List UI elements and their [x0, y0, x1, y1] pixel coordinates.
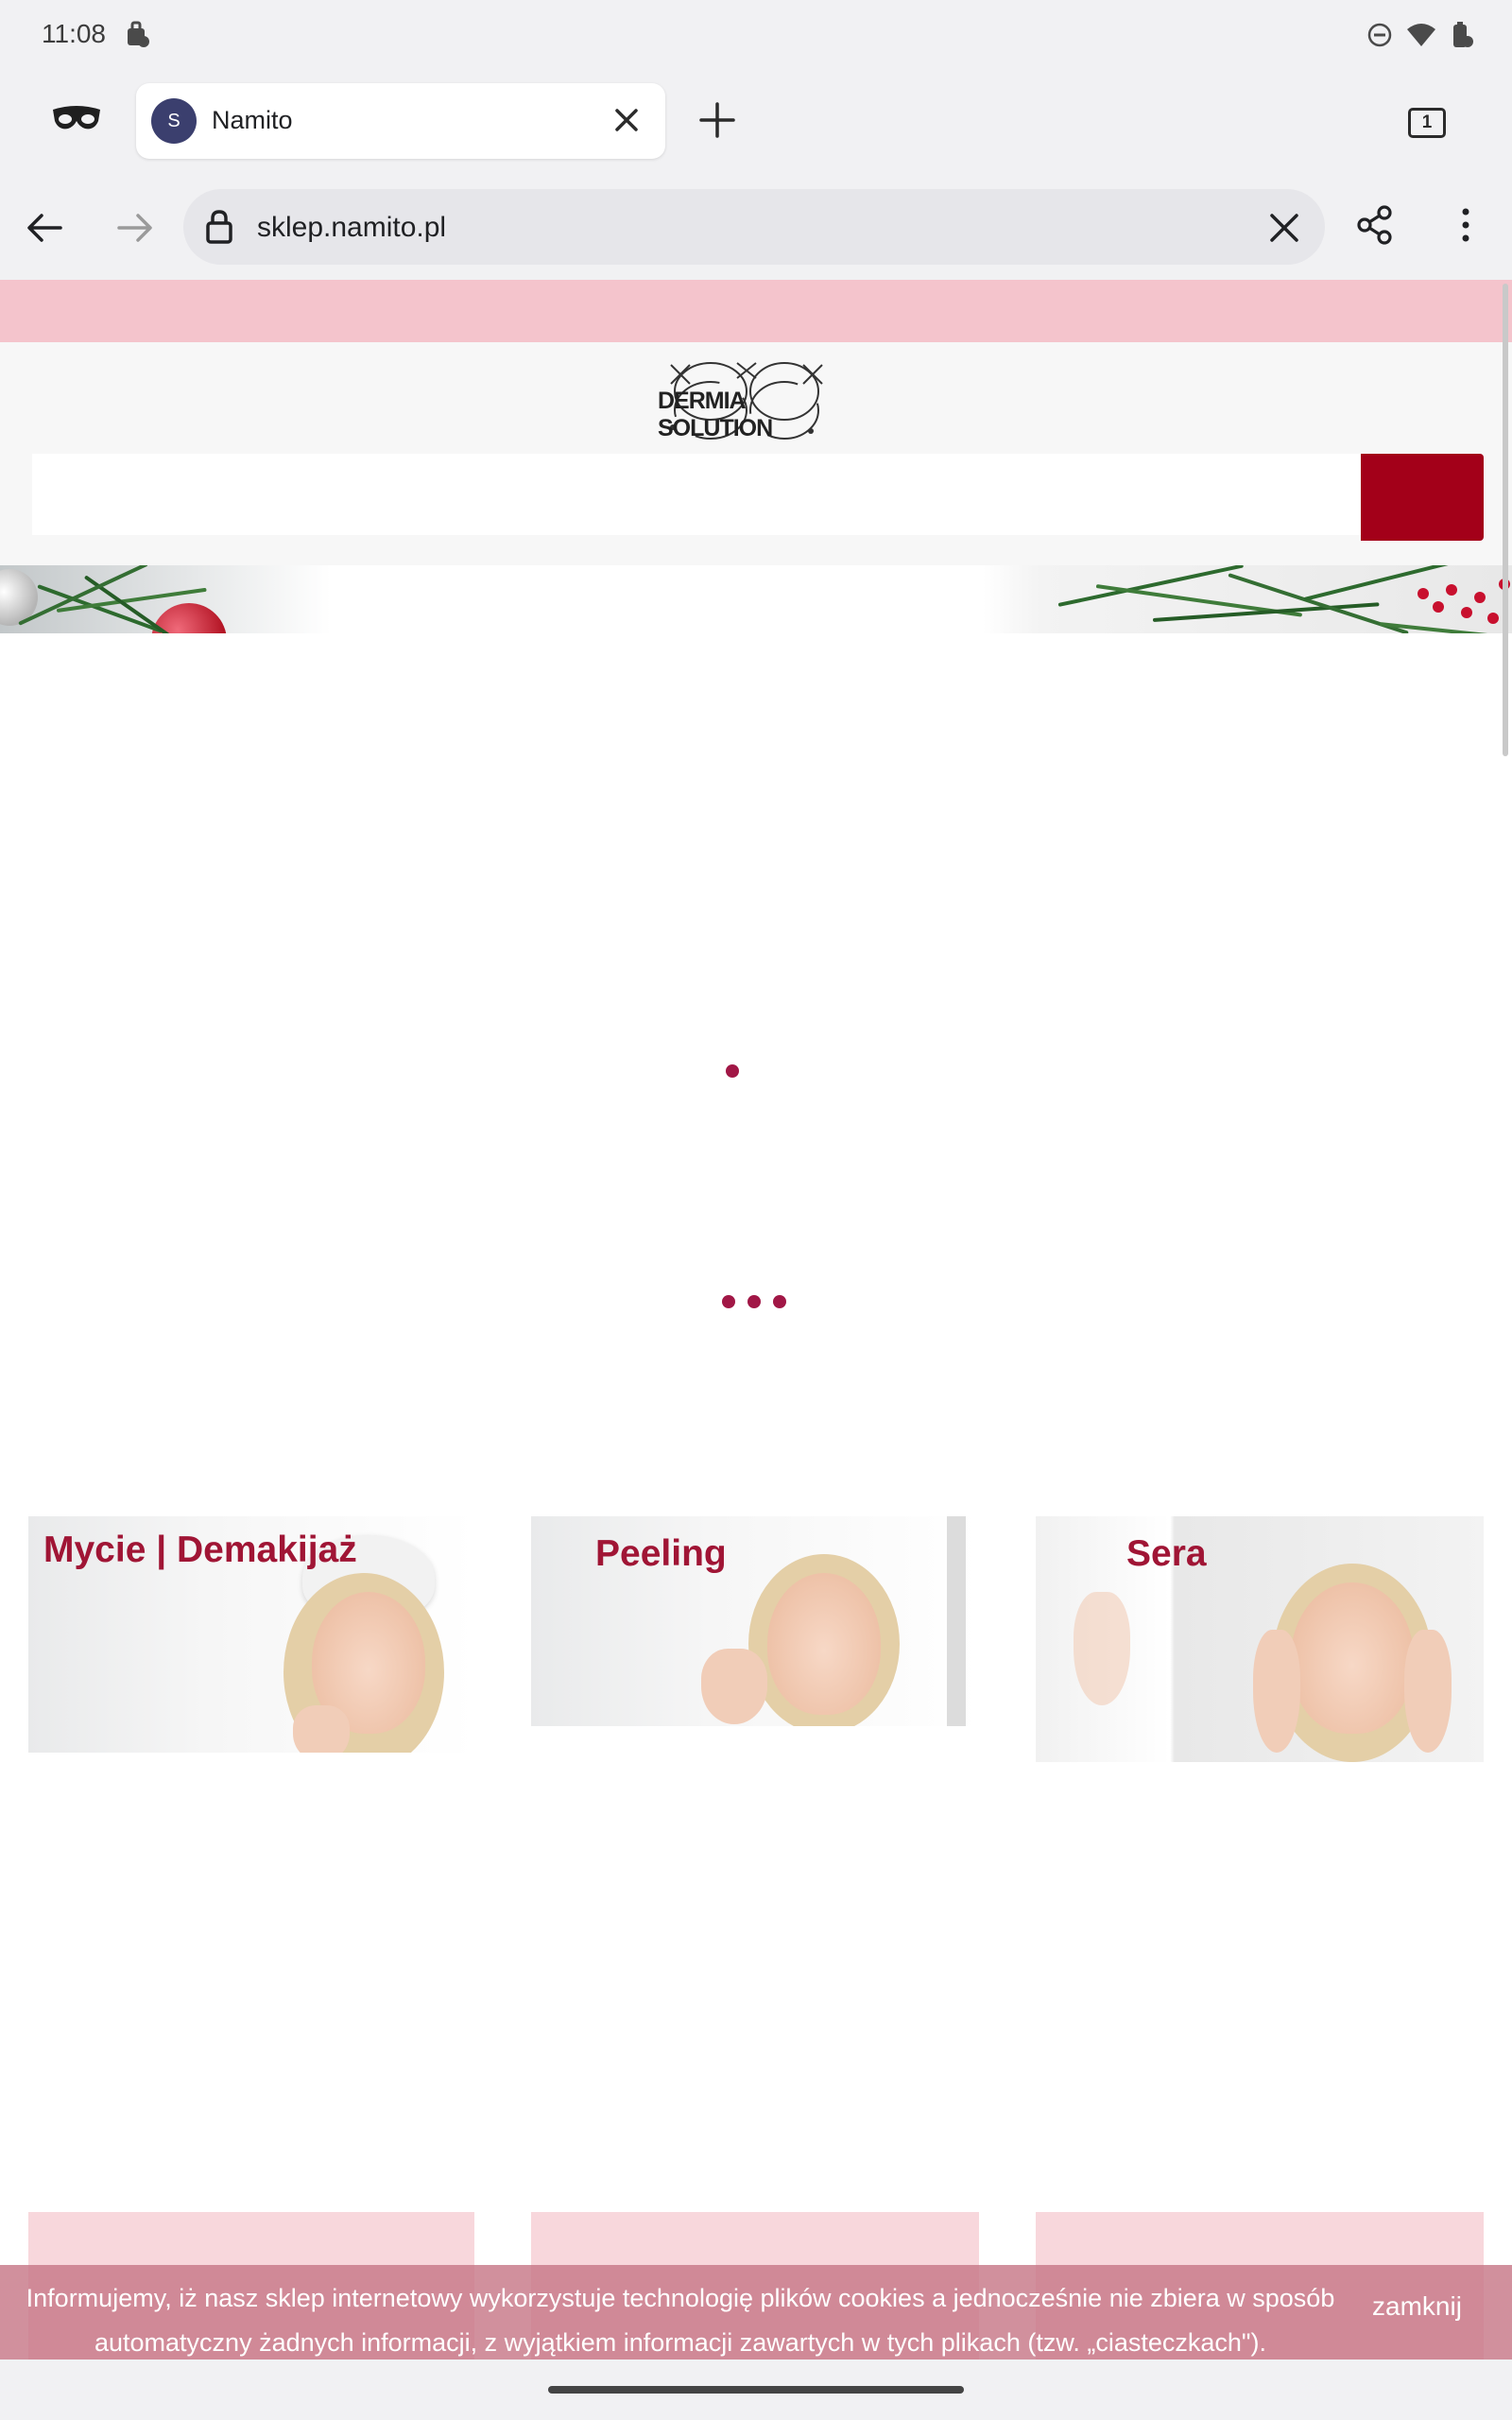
loading-dot [773, 1295, 786, 1308]
page-scrollbar[interactable] [1503, 284, 1508, 756]
christmas-garland-banner [0, 565, 1512, 633]
tab-switcher-button[interactable]: 1 [1408, 108, 1446, 138]
battery-icon [1450, 21, 1474, 54]
category-label: Peeling [595, 1533, 727, 1574]
cookie-message: Informujemy, iż nasz sklep internetowy w… [26, 2284, 1335, 2357]
lock-icon[interactable] [202, 208, 236, 251]
category-label: Mycie | Demakijaż [43, 1530, 357, 1570]
tab-namito[interactable]: S Namito [136, 83, 665, 159]
category-card-mycie[interactable]: Mycie | Demakijaż [28, 1516, 474, 1753]
site-logo[interactable]: DERMIA SOLUTION [652, 355, 860, 446]
system-navigation-bar [0, 2360, 1512, 2420]
address-bar[interactable]: sklep.namito.pl [183, 189, 1325, 265]
url-text[interactable]: sklep.namito.pl [257, 212, 446, 244]
site-header: DERMIA SOLUTION [0, 342, 1512, 565]
search-button[interactable] [1361, 454, 1484, 541]
loading-dot [747, 1295, 761, 1308]
cookie-consent-bar: Informujemy, iż nasz sklep internetowy w… [0, 2265, 1512, 2360]
forward-arrow-icon[interactable] [113, 206, 157, 254]
logo-text: DERMIA SOLUTION [658, 388, 773, 441]
tab-strip: S Namito 1 [0, 70, 1512, 174]
gesture-handle[interactable] [548, 2386, 964, 2394]
status-time: 11:08 [42, 19, 106, 48]
status-bar: 11:08 [0, 0, 1512, 70]
promo-bar [0, 280, 1512, 342]
plus-icon[interactable] [697, 100, 737, 145]
cookie-close-button[interactable]: zamknij [1372, 2291, 1462, 2322]
tab-favicon: S [151, 98, 197, 144]
search-input[interactable] [32, 454, 1361, 535]
back-arrow-icon[interactable] [23, 206, 66, 254]
dnd-icon [1366, 22, 1393, 53]
more-vert-icon[interactable] [1453, 204, 1478, 251]
share-icon[interactable] [1355, 204, 1397, 251]
tab-title: Namito [212, 106, 293, 134]
loading-dot [722, 1295, 735, 1308]
close-icon[interactable] [1266, 210, 1302, 251]
close-tab-icon[interactable] [610, 104, 643, 141]
category-label: Sera [1126, 1533, 1207, 1574]
incognito-icon[interactable] [51, 104, 102, 137]
loading-dot [726, 1064, 739, 1078]
wifi-icon [1406, 22, 1436, 53]
web-page: DERMIA SOLUTION Mycie | Demakijaż Peelin… [0, 280, 1512, 2360]
work-profile-icon [125, 21, 149, 54]
browser-toolbar: sklep.namito.pl [0, 174, 1512, 280]
category-card-sera[interactable]: Sera [1036, 1516, 1484, 1762]
category-card-peeling[interactable]: Peeling [531, 1516, 979, 1726]
